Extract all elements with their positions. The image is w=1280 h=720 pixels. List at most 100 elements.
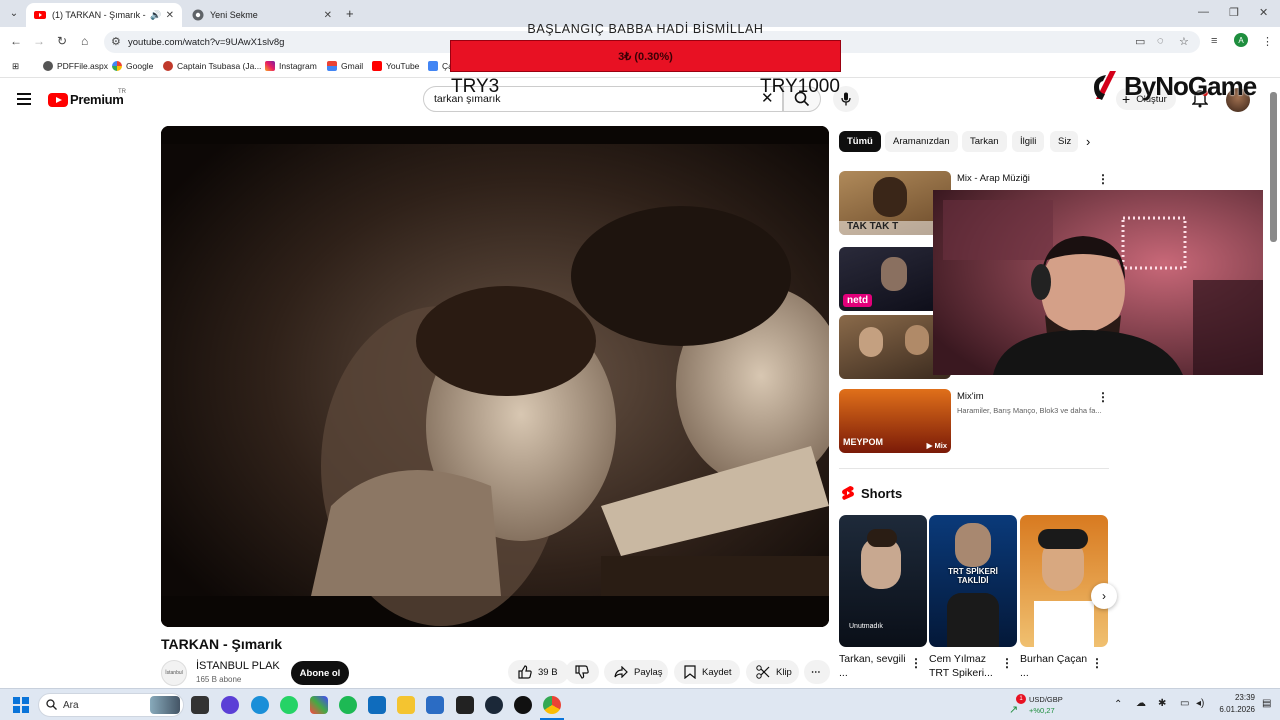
speaker-icon[interactable]: 🔊 — [150, 10, 161, 21]
network-icon[interactable]: ▭ — [1180, 698, 1189, 709]
more-options-icon[interactable]: ⋮ — [1097, 390, 1109, 404]
restore-icon[interactable]: ❐ — [1229, 6, 1239, 19]
share-button[interactable]: Paylaş — [604, 660, 668, 684]
onedrive-icon[interactable]: ☁ — [1136, 698, 1146, 709]
more-actions-icon[interactable]: ⋯ — [804, 660, 830, 684]
recommendation-title[interactable]: Mix'im — [957, 391, 984, 402]
forward-icon[interactable]: → — [33, 34, 45, 48]
bookmark-star-icon[interactable]: ☆ — [1179, 35, 1189, 48]
eye-off-icon[interactable]: ◌ — [1157, 35, 1164, 47]
channel-avatar[interactable]: İstanbul — [161, 660, 187, 686]
short-thumbnail[interactable]: TRT SPİKERİ TAKLİDİ — [929, 515, 1017, 647]
chip-from-search[interactable]: Aramanızdan — [885, 131, 958, 152]
profile-avatar[interactable]: A — [1234, 33, 1248, 47]
subscribe-button[interactable]: Abone ol — [291, 661, 349, 685]
bookmark-youtube[interactable]: YouTube — [372, 61, 419, 71]
chip-for-you[interactable]: Siz — [1050, 131, 1078, 152]
volume-icon[interactable]: ◂) — [1196, 698, 1204, 709]
short-title[interactable]: Tarkan, sevgili ... — [839, 652, 913, 680]
more-options-icon[interactable]: ⋮ — [1001, 656, 1013, 670]
notification-center-icon[interactable]: ▤ — [1262, 698, 1271, 709]
taskbar-search-placeholder: Ara — [63, 699, 79, 711]
video-player[interactable] — [161, 126, 829, 627]
short-title[interactable]: Burhan Çaçan ... — [1020, 652, 1094, 680]
reload-icon[interactable]: ↻ — [57, 34, 67, 48]
channel-name[interactable]: İSTANBUL PLAK — [196, 660, 280, 672]
more-options-icon[interactable]: ⋮ — [1091, 656, 1103, 670]
chip-tarkan[interactable]: Tarkan — [962, 131, 1007, 152]
edge-icon[interactable] — [251, 696, 269, 714]
home-icon[interactable]: ⌂ — [81, 34, 88, 48]
bookmark-captain-tsubasa[interactable]: Captain Tsubasa (Ja... — [163, 61, 261, 71]
recommendation-thumbnail[interactable]: MEYPOM ▶ Mix — [839, 389, 951, 453]
stock-name[interactable]: USD/GBP — [1029, 695, 1063, 704]
captain-tsubasa-icon — [163, 61, 173, 71]
channel-logo-text: İstanbul — [165, 670, 183, 676]
outlook-icon[interactable] — [368, 696, 386, 714]
copilot-icon[interactable] — [221, 696, 239, 714]
new-tab-button[interactable]: + — [346, 6, 354, 21]
bookmark-pdffile[interactable]: PDFFile.aspx — [43, 61, 108, 71]
share-icon — [614, 666, 628, 678]
tab-search-icon[interactable]: ⌄ — [6, 5, 22, 21]
youtube-logo[interactable]: Premium — [48, 92, 124, 107]
file-explorer-icon[interactable] — [397, 696, 415, 714]
recommendation-title[interactable]: Mix - Arap Müziği — [957, 173, 1030, 184]
chrome-icon[interactable] — [543, 696, 561, 714]
site-info-icon[interactable]: ⚙ — [111, 35, 121, 48]
cast-icon[interactable]: ▭ — [1135, 35, 1145, 48]
obs-icon[interactable] — [514, 696, 532, 714]
back-icon[interactable]: ← — [10, 34, 22, 48]
clock-time[interactable]: 23:39 — [1219, 693, 1255, 702]
close-tab-icon[interactable]: ✕ — [324, 10, 332, 21]
dislike-button[interactable] — [565, 660, 599, 684]
close-tab-icon[interactable]: ✕ — [166, 10, 174, 21]
short-title[interactable]: Cem Yılmaz TRT Spikeri... — [929, 652, 1003, 680]
clip-button[interactable]: Klip — [746, 660, 799, 684]
clock-date[interactable]: 6.01.2026 — [1213, 705, 1255, 714]
donation-goal-title: BAŞLANGIÇ BABBA HADİ BİSMİLLAH — [527, 22, 764, 36]
store-icon[interactable] — [426, 696, 444, 714]
short-thumbnail[interactable]: Unutmadık — [839, 515, 927, 647]
task-view-icon[interactable] — [191, 696, 209, 714]
bluetooth-icon[interactable]: ✱ — [1158, 698, 1166, 709]
tab-new-tab[interactable]: Yeni Sekme ✕ — [184, 3, 340, 27]
tray-chevron-up-icon[interactable]: ⌃ — [1114, 699, 1122, 710]
bynogame-mark-icon — [1094, 71, 1116, 100]
windows-start-icon[interactable] — [13, 697, 29, 713]
short-thumbnail[interactable] — [1020, 515, 1108, 647]
whatsapp-icon[interactable] — [280, 696, 298, 714]
search-highlight-icon[interactable] — [150, 696, 180, 714]
steam-icon[interactable] — [485, 696, 503, 714]
close-window-icon[interactable]: ✕ — [1259, 6, 1268, 19]
menu-icon[interactable] — [17, 93, 31, 105]
copilot-app-icon[interactable] — [310, 696, 328, 714]
chip-all[interactable]: Tümü — [839, 131, 881, 152]
save-button[interactable]: Kaydet — [674, 660, 740, 684]
like-button[interactable]: 39 B — [508, 660, 569, 684]
spotify-icon[interactable] — [339, 696, 357, 714]
more-menu-icon[interactable]: ⋮ — [1262, 35, 1273, 48]
translate-icon — [428, 61, 438, 71]
mix-badge-label: Mix — [934, 441, 947, 450]
tab-youtube[interactable]: (1) TARKAN - Şımarık - YouTube 🔊 ✕ — [26, 3, 182, 27]
youtube-play-icon — [48, 92, 68, 107]
more-options-icon[interactable]: ⋮ — [910, 656, 922, 670]
bookmark-google[interactable]: Google — [112, 61, 153, 71]
thumbs-down-icon — [575, 665, 589, 679]
save-label: Kaydet — [702, 666, 732, 678]
chip-related[interactable]: İlgili — [1012, 131, 1045, 152]
minimize-icon[interactable]: — — [1198, 6, 1209, 18]
reading-list-icon[interactable]: ≡ — [1211, 35, 1217, 47]
stock-trend-icon: ↗ — [1009, 704, 1019, 716]
epic-games-icon[interactable] — [456, 696, 474, 714]
shorts-next-button[interactable]: › — [1091, 583, 1117, 609]
windows-taskbar: Ara 1 ↗ USD/GBP +%0,27 ⌃ ☁ ✱ ▭ ◂) 23:39 … — [0, 688, 1280, 720]
video-title: TARKAN - Şımarık — [161, 636, 283, 652]
chevron-right-icon[interactable]: › — [1086, 134, 1090, 149]
bookmark-instagram[interactable]: Instagram — [265, 61, 317, 71]
bookmark-gmail[interactable]: Gmail — [327, 61, 363, 71]
page-scrollbar[interactable] — [1270, 92, 1277, 242]
more-options-icon[interactable]: ⋮ — [1097, 172, 1109, 186]
apps-icon[interactable]: ⊞ — [12, 61, 19, 72]
